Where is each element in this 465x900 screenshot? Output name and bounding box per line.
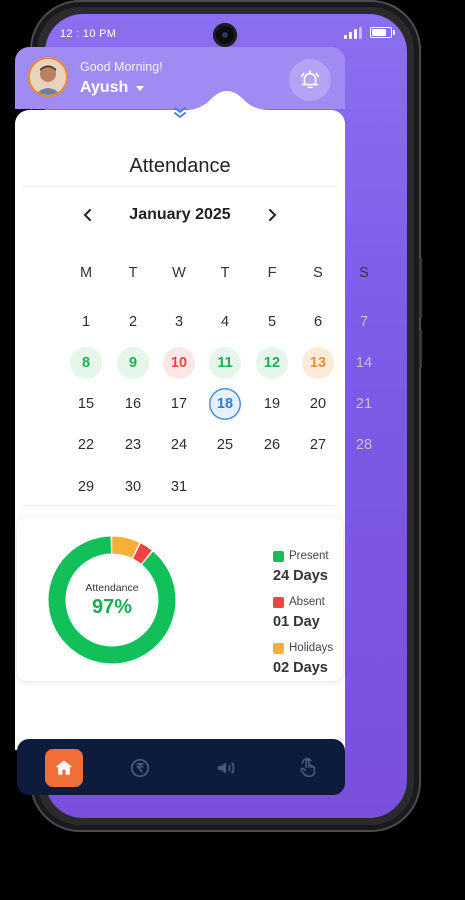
weekday-label: F: [267, 265, 277, 281]
alarm-bell-icon: [300, 70, 320, 89]
battery-icon: [370, 27, 395, 38]
calendar-day[interactable]: 16: [117, 388, 149, 420]
weekday-label: S: [313, 265, 323, 281]
legend-swatch-holidays: [273, 643, 284, 654]
chevron-down-icon[interactable]: [136, 86, 144, 91]
calendar-day[interactable]: 7: [348, 306, 380, 338]
megaphone-icon: [217, 761, 235, 775]
front-camera: [213, 23, 237, 47]
notification-button[interactable]: [289, 59, 331, 101]
calendar-day[interactable]: 14: [348, 347, 380, 379]
calendar-day[interactable]: 28: [348, 429, 380, 461]
legend-label: Holidays: [289, 642, 334, 654]
bottom-navigation: [17, 739, 345, 795]
home-icon: [55, 760, 73, 775]
nav-home-button[interactable]: [45, 749, 83, 787]
calendar-day[interactable]: 9: [117, 347, 149, 379]
calendar-day[interactable]: 2: [117, 306, 149, 338]
weekday-label: W: [172, 265, 186, 281]
legend-swatch-present: [273, 551, 284, 562]
calendar-day[interactable]: 29: [70, 471, 102, 503]
calendar-day[interactable]: 13: [302, 347, 334, 379]
calendar-day[interactable]: 27: [302, 429, 334, 461]
calendar-day[interactable]: 25: [209, 429, 241, 461]
page-title: Attendance: [129, 155, 231, 177]
divider: [22, 505, 338, 506]
chevron-left-icon: [83, 209, 91, 221]
greeting-text: Good Morning!: [80, 60, 163, 74]
divider: [22, 186, 338, 187]
calendar-day[interactable]: 15: [70, 388, 102, 420]
phone-side-button: [419, 258, 422, 318]
calendar-day[interactable]: 17: [163, 388, 195, 420]
legend-label: Present: [289, 550, 329, 562]
nav-announcements-button[interactable]: [207, 749, 245, 787]
calendar-day[interactable]: 5: [256, 306, 288, 338]
next-month-button[interactable]: [262, 205, 282, 225]
double-chevron-down-icon[interactable]: [171, 106, 189, 120]
calendar-day[interactable]: 11: [209, 347, 241, 379]
weekday-label: T: [220, 265, 230, 281]
calendar-day[interactable]: 20: [302, 388, 334, 420]
phone-side-button: [419, 330, 422, 368]
donut-center-label: Attendance: [85, 582, 139, 594]
calendar-day[interactable]: 6: [302, 306, 334, 338]
calendar-day[interactable]: 31: [163, 471, 195, 503]
calendar-day[interactable]: 12: [256, 347, 288, 379]
profile-header: Good Morning! Ayush: [15, 47, 345, 109]
calendar-day[interactable]: 30: [117, 471, 149, 503]
weekday-label: M: [79, 265, 93, 281]
legend-swatch-absent: [273, 597, 284, 608]
nav-fees-button[interactable]: [121, 749, 159, 787]
chevron-right-icon: [269, 209, 277, 221]
calendar-day[interactable]: 19: [256, 388, 288, 420]
weekday-label: S: [359, 265, 369, 281]
legend-value: 01 Day: [273, 614, 320, 630]
month-label: January 2025: [129, 206, 231, 223]
calendar-day-today[interactable]: 18: [209, 388, 241, 420]
avatar[interactable]: [28, 57, 68, 97]
status-time: 12 : 10 PM: [60, 28, 117, 40]
calendar-day[interactable]: 21: [348, 388, 380, 420]
rupee-icon: [130, 758, 150, 778]
legend-value: 02 Days: [273, 660, 328, 676]
legend-value: 24 Days: [273, 568, 328, 584]
calendar-day[interactable]: 10: [163, 347, 195, 379]
nav-interaction-button[interactable]: [289, 749, 327, 787]
calendar-day[interactable]: 23: [117, 429, 149, 461]
calendar-day[interactable]: 3: [163, 306, 195, 338]
calendar-day[interactable]: 26: [256, 429, 288, 461]
weekday-label: T: [128, 265, 138, 281]
calendar-day[interactable]: 24: [163, 429, 195, 461]
user-name[interactable]: Ayush: [80, 79, 128, 97]
calendar-day[interactable]: 4: [209, 306, 241, 338]
touch-icon: [300, 758, 316, 778]
calendar-day[interactable]: 22: [70, 429, 102, 461]
calendar-day[interactable]: 1: [70, 306, 102, 338]
calendar-day[interactable]: 8: [70, 347, 102, 379]
header-tab-bump: [185, 91, 269, 115]
legend-label: Absent: [289, 596, 325, 608]
donut-center-value: 97%: [91, 596, 133, 618]
signal-icon: [344, 27, 362, 39]
